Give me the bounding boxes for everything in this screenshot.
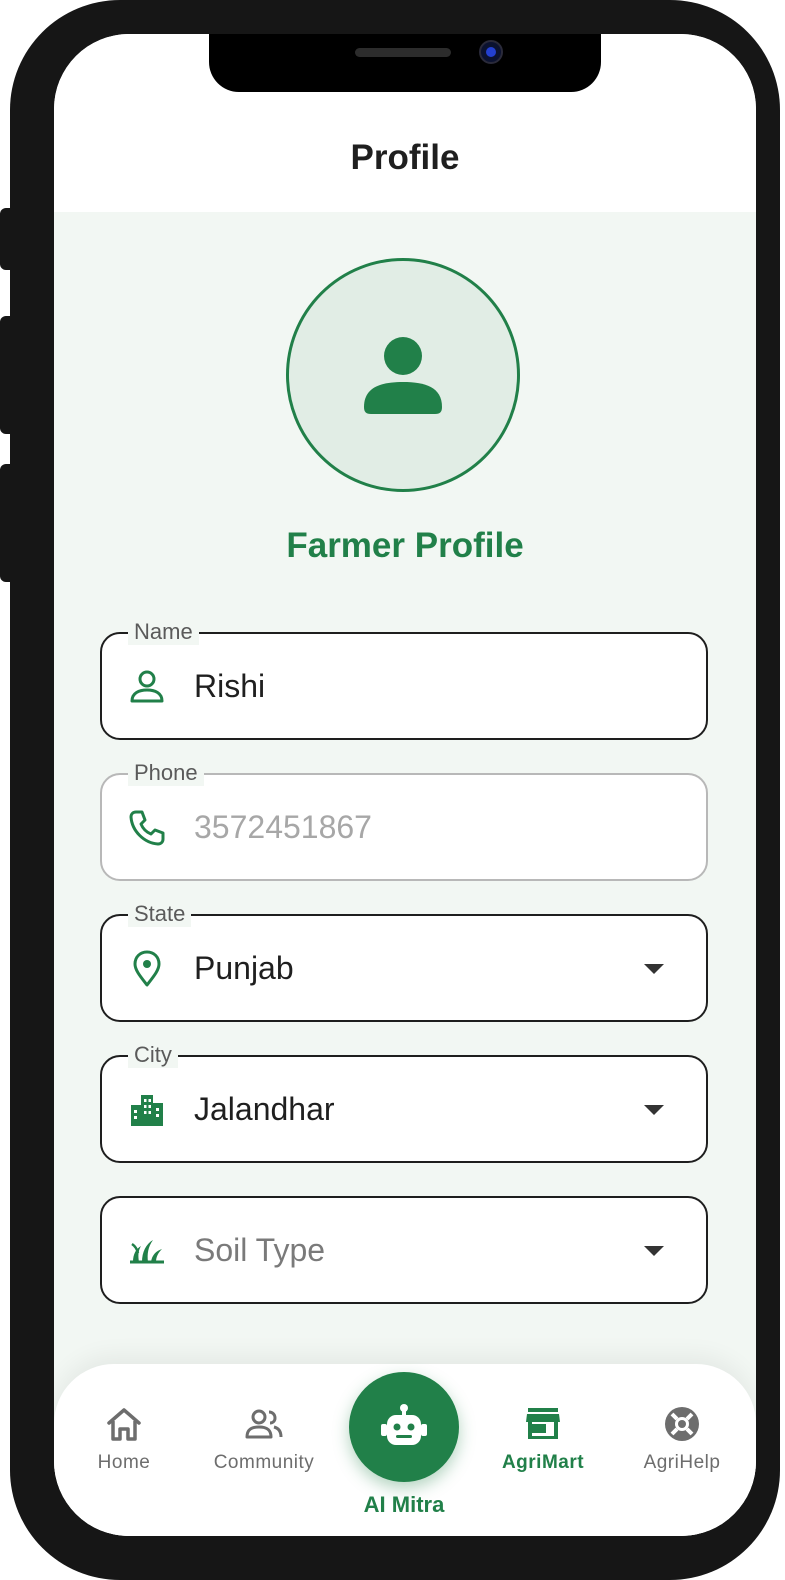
- page-title: Profile: [350, 138, 460, 177]
- nav-item-home[interactable]: Home: [59, 1404, 189, 1474]
- phone-value: 3572451867: [194, 809, 372, 845]
- ai-mitra-button[interactable]: [349, 1372, 459, 1482]
- person-outline-icon: [130, 670, 164, 703]
- city-label: City: [128, 1042, 178, 1068]
- speaker: [355, 48, 451, 57]
- nav-label: Community: [213, 1452, 315, 1473]
- name-label: Name: [128, 619, 199, 645]
- profile-heading: Farmer Profile: [286, 526, 524, 565]
- grass-icon: [130, 1240, 164, 1264]
- state-label: State: [128, 901, 192, 927]
- nav-item-agrimart[interactable]: AgriMart: [478, 1404, 608, 1474]
- help-lifebuoy-icon: [665, 1407, 699, 1441]
- soil-type-dropdown[interactable]: Soil Type: [100, 1196, 708, 1304]
- nav-item-agrihelp[interactable]: AgriHelp: [617, 1404, 747, 1474]
- front-camera: [479, 40, 503, 64]
- phone-screen: Profile Farmer Profile Name Rishi Phone …: [54, 34, 756, 1536]
- chevron-down-icon[interactable]: [644, 1105, 664, 1115]
- nav-item-community[interactable]: Community: [199, 1404, 329, 1474]
- bottom-navigation: Home Community AI Mitra AgriMart AgriHel…: [54, 1364, 756, 1536]
- chevron-down-icon[interactable]: [644, 964, 664, 974]
- profile-content: Farmer Profile Name Rishi Phone 35724518…: [54, 212, 756, 1536]
- city-building-icon: [131, 1095, 163, 1126]
- state-value: Punjab: [194, 950, 294, 986]
- city-value: Jalandhar: [194, 1091, 335, 1127]
- nav-label: AgriHelp: [643, 1452, 721, 1473]
- community-icon: [245, 1409, 283, 1439]
- soil-type-placeholder: Soil Type: [194, 1232, 326, 1268]
- location-pin-icon: [133, 950, 161, 987]
- city-dropdown[interactable]: City Jalandhar: [100, 1042, 708, 1163]
- avatar[interactable]: [286, 258, 520, 492]
- phone-frame: Profile Farmer Profile Name Rishi Phone …: [10, 0, 780, 1580]
- phone-field: Phone 3572451867: [100, 760, 708, 881]
- store-icon: [526, 1408, 560, 1439]
- chevron-down-icon[interactable]: [644, 1246, 664, 1256]
- phone-notch: [209, 34, 601, 92]
- nav-label: Home: [97, 1452, 151, 1473]
- phone-label: Phone: [128, 760, 204, 786]
- robot-icon: [381, 1404, 427, 1445]
- name-field[interactable]: Name Rishi: [100, 619, 708, 740]
- name-value: Rishi: [194, 668, 266, 704]
- person-icon: [364, 337, 442, 414]
- nav-label: AgriMart: [501, 1452, 585, 1473]
- phone-icon: [129, 810, 165, 846]
- ai-mitra-label[interactable]: AI Mitra: [324, 1492, 484, 1518]
- state-dropdown[interactable]: State Punjab: [100, 901, 708, 1022]
- home-icon: [107, 1408, 141, 1441]
